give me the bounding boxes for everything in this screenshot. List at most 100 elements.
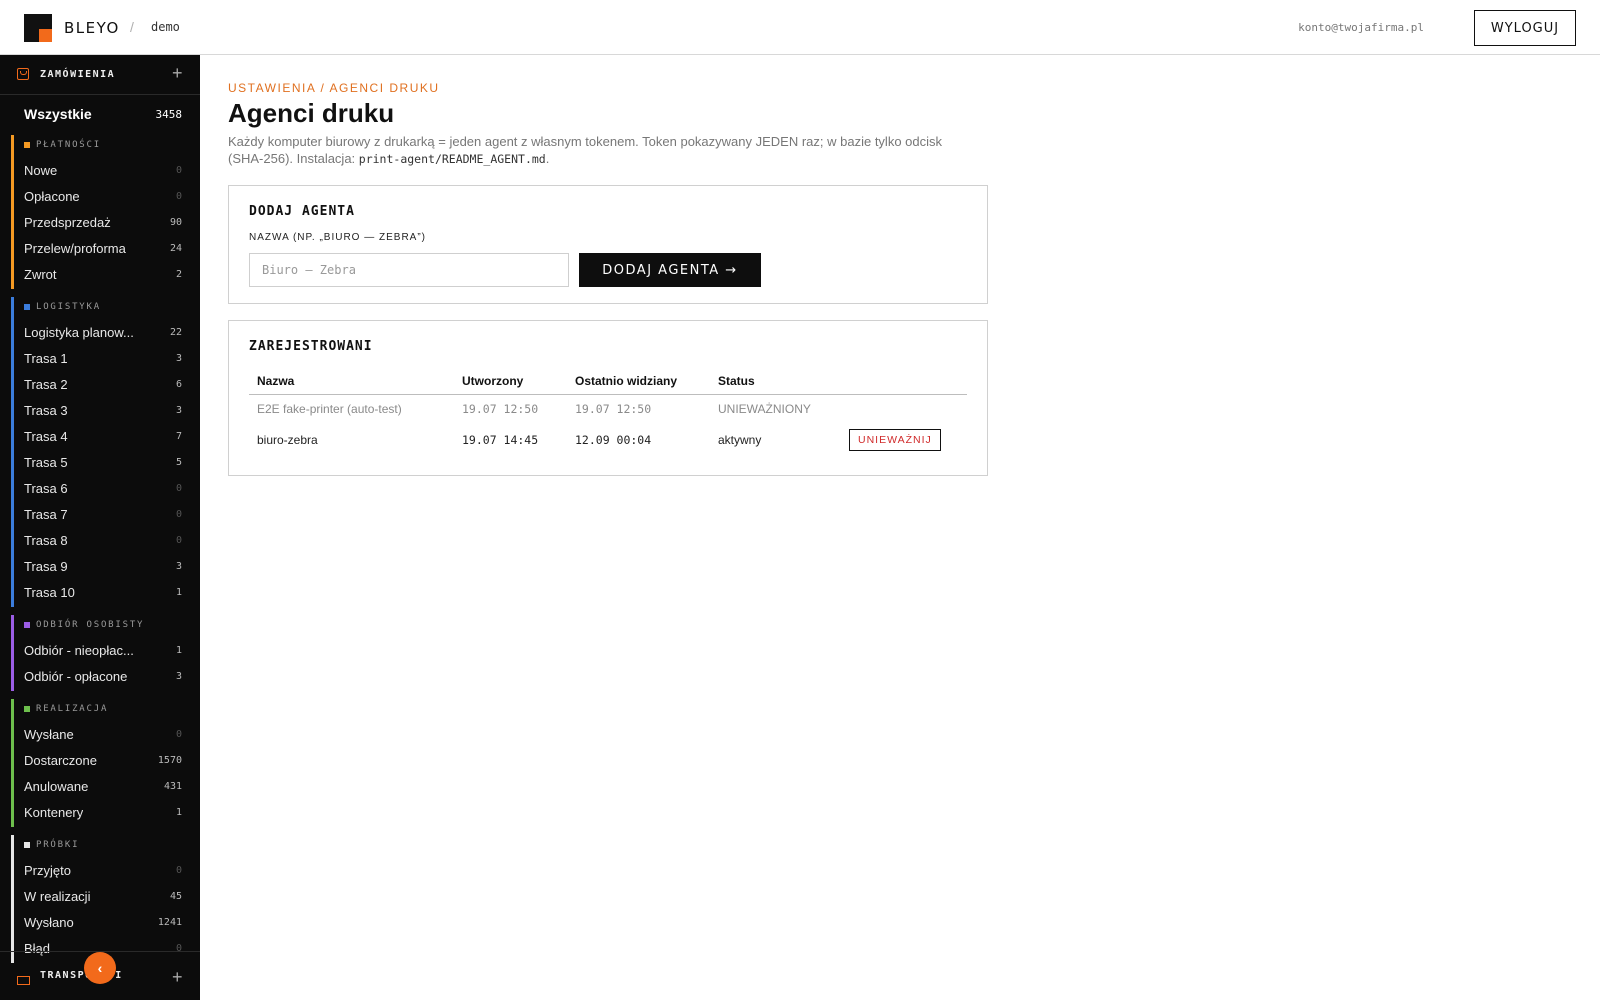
sidebar-item-count: 7: [175, 431, 182, 442]
sidebar-item[interactable]: Trasa 6 0: [14, 477, 200, 503]
sidebar-item-label: Wszystkie: [24, 106, 92, 122]
table-header-row: Nazwa Utworzony Ostatnio widziany Status: [249, 368, 967, 395]
description-text: Każdy komputer biurowy z drukarką = jede…: [228, 134, 943, 166]
sidebar-section-orders[interactable]: ZAMÓWIENIA +: [0, 55, 200, 95]
sidebar-item-label: Wysłano: [24, 915, 74, 930]
registered-agents-card: ZAREJESTROWANI Nazwa Utworzony Ostatnio …: [228, 320, 988, 476]
sidebar-item[interactable]: Przyjęto 0: [14, 859, 200, 885]
sidebar-item[interactable]: Nowe 0: [14, 159, 200, 185]
sidebar-item-count: 22: [169, 327, 182, 338]
sidebar-item[interactable]: Kontenery 1: [14, 801, 200, 827]
page-description: Każdy komputer biurowy z drukarką = jede…: [228, 133, 958, 168]
sidebar-item-label: Logistyka planow...: [24, 325, 134, 340]
sidebar-item-label: Trasa 7: [24, 507, 68, 522]
sidebar-item-count: 5: [175, 457, 182, 468]
sidebar-item[interactable]: Opłacone 0: [14, 185, 200, 211]
add-agent-card: DODAJ AGENTA NAZWA (NP. „BIURO — ZEBRA”)…: [228, 185, 988, 304]
sidebar-item-count: 0: [175, 943, 182, 954]
sidebar-item[interactable]: Trasa 4 7: [14, 425, 200, 451]
sidebar-group-title: PŁATNOŚCI: [36, 140, 101, 150]
agent-name-input[interactable]: [249, 253, 569, 287]
sidebar-item-label: Przelew/proforma: [24, 241, 126, 256]
group-color-icon: [24, 142, 30, 148]
sidebar-item-label: W realizacji: [24, 889, 91, 904]
sidebar-group-realizacja: REALIZACJA Wysłane 0 Dostarczone 1570 Anulowa…: [11, 699, 200, 827]
sidebar-item-label: Dostarczone: [24, 753, 97, 768]
breadcrumb: USTAWIENIA / AGENCI DRUKU: [228, 81, 440, 95]
add-view-button[interactable]: +: [172, 63, 183, 84]
group-color-icon: [24, 304, 30, 310]
sidebar-item[interactable]: Wysłano 1241: [14, 911, 200, 937]
card-title: ZAREJESTROWANI: [249, 339, 373, 354]
sidebar-item-count: 0: [175, 865, 182, 876]
description-end: .: [545, 151, 550, 166]
sidebar-item[interactable]: Przedsprzedaż 90: [14, 211, 200, 237]
sidebar-item-label: Trasa 4: [24, 429, 68, 444]
card-title: DODAJ AGENTA: [249, 204, 355, 219]
sidebar-item-label: Anulowane: [24, 779, 89, 794]
brand-name[interactable]: BLEYO: [64, 19, 120, 37]
add-view-button[interactable]: +: [172, 967, 183, 988]
agent-last-seen: 12.09 00:04: [575, 433, 652, 447]
sidebar-item[interactable]: Przelew/proforma 24: [14, 237, 200, 263]
sidebar-item[interactable]: Dostarczone 1570: [14, 749, 200, 775]
sidebar-item-label: Trasa 10: [24, 585, 75, 600]
sidebar-item-count: 24: [169, 243, 182, 254]
page-title: Agenci druku: [228, 98, 395, 128]
agent-status: UNIEWAŻNIONY: [718, 402, 811, 417]
logout-button[interactable]: WYLOGUJ: [1474, 10, 1576, 46]
sidebar-group-title: ODBIÓR OSOBISTY: [36, 620, 145, 630]
sidebar-item[interactable]: Trasa 8 0: [14, 529, 200, 555]
sidebar-item[interactable]: Trasa 5 5: [14, 451, 200, 477]
sidebar-item-count: 1241: [157, 917, 182, 928]
sidebar-item-label: Odbiór - opłacone: [24, 669, 128, 684]
column-header-name: Nazwa: [249, 368, 454, 395]
sidebar-item-label: Opłacone: [24, 189, 80, 204]
sidebar-item-label: Kontenery: [24, 805, 84, 820]
sidebar-item-count: 3: [175, 353, 182, 364]
sidebar-item[interactable]: Odbiór - nieopłac... 1: [14, 639, 200, 665]
table-row: biuro-zebra 19.07 14:45 12.09 00:04 akty…: [249, 424, 967, 456]
add-agent-button[interactable]: DODAJ AGENTA →: [579, 253, 761, 287]
agent-name: E2E fake-printer (auto-test): [257, 402, 402, 417]
sidebar-item[interactable]: Wysłane 0: [14, 723, 200, 749]
sidebar-item[interactable]: W realizacji 45: [14, 885, 200, 911]
sidebar-item-count: 3458: [155, 107, 183, 121]
sidebar: ZAMÓWIENIA + Wszystkie 3458 PŁATNOŚCI Now…: [0, 55, 200, 1000]
sidebar-item[interactable]: Odbiór - opłacone 3: [14, 665, 200, 691]
sidebar-item[interactable]: Trasa 1 3: [14, 347, 200, 373]
sidebar-item-count: 2: [175, 269, 182, 280]
sidebar-group-title: PRÓBKI: [36, 840, 80, 850]
breadcrumb-separator: /: [130, 19, 134, 35]
brand-logo[interactable]: [24, 14, 52, 42]
sidebar-item[interactable]: Trasa 7 0: [14, 503, 200, 529]
sidebar-item-count: 1: [175, 807, 182, 818]
sidebar-item[interactable]: Trasa 10 1: [14, 581, 200, 607]
sidebar-item-count: 0: [175, 483, 182, 494]
sidebar-item-count: 45: [169, 891, 182, 902]
column-header-status: Status: [710, 368, 841, 395]
sidebar-item-label: Trasa 9: [24, 559, 68, 574]
sidebar-item-all[interactable]: Wszystkie 3458: [24, 103, 182, 125]
sidebar-group-odbior: ODBIÓR OSOBISTY Odbiór - nieopłac... 1 Odbi…: [11, 615, 200, 691]
sidebar-item[interactable]: Logistyka planow... 22: [14, 321, 200, 347]
cart-icon: [17, 68, 29, 80]
sidebar-item-label: Trasa 8: [24, 533, 68, 548]
sidebar-item-count: 3: [175, 671, 182, 682]
table-row: E2E fake-printer (auto-test) 19.07 12:50…: [249, 394, 967, 424]
group-color-icon: [24, 706, 30, 712]
revoke-agent-button[interactable]: UNIEWAŻNIJ: [849, 429, 941, 451]
sidebar-group-header: ODBIÓR OSOBISTY: [14, 615, 200, 639]
sidebar-item-count: 0: [175, 509, 182, 520]
sidebar-item[interactable]: Anulowane 431: [14, 775, 200, 801]
sidebar-group-title: REALIZACJA: [36, 704, 109, 714]
sidebar-item-label: Trasa 6: [24, 481, 68, 496]
sidebar-item[interactable]: Trasa 9 3: [14, 555, 200, 581]
sidebar-item-count: 0: [175, 165, 182, 176]
sidebar-item-label: Zwrot: [24, 267, 57, 282]
sidebar-item[interactable]: Zwrot 2: [14, 263, 200, 289]
collapse-sidebar-button[interactable]: ‹: [84, 952, 116, 984]
agent-name-label: NAZWA (NP. „BIURO — ZEBRA”): [249, 232, 427, 243]
sidebar-item[interactable]: Trasa 3 3: [14, 399, 200, 425]
sidebar-item[interactable]: Trasa 2 6: [14, 373, 200, 399]
